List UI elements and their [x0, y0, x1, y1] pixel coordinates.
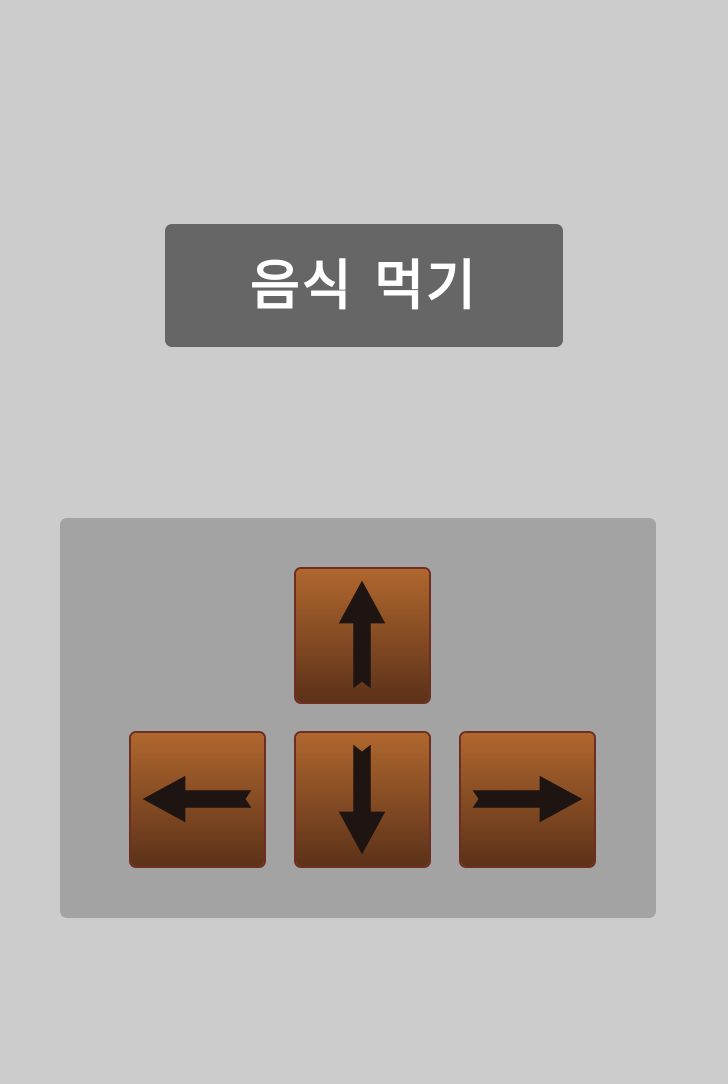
left-arrow-button[interactable]: [129, 731, 266, 868]
up-arrow-button[interactable]: [294, 567, 431, 704]
arrow-key-pad: [60, 518, 656, 918]
arrow-up-icon: [296, 569, 429, 702]
arrow-right-icon: [461, 733, 594, 866]
down-arrow-button[interactable]: [294, 731, 431, 868]
game-title: 음식 먹기: [250, 253, 478, 317]
title-banner: 음식 먹기: [165, 224, 563, 347]
right-arrow-button[interactable]: [459, 731, 596, 868]
arrow-down-icon: [296, 733, 429, 866]
arrow-left-icon: [131, 733, 264, 866]
game-screen: 음식 먹기: [0, 0, 728, 1084]
